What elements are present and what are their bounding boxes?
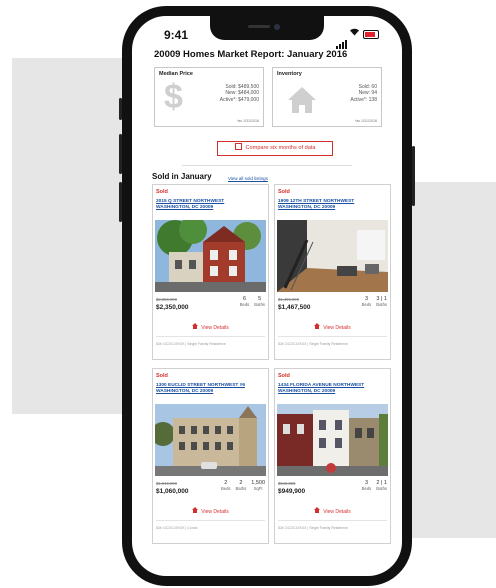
baths-label: Baths bbox=[254, 302, 265, 307]
home-icon bbox=[192, 507, 199, 515]
listing-card: Sold 2015 Q STREET NORTHWEST WASHINGTON,… bbox=[152, 184, 269, 360]
median-price-box: Median Price $ Sold: $489,500 New: $484,… bbox=[154, 67, 264, 127]
listing-address-link[interactable]: 1909 12TH STREET NORTHWEST WASHINGTON, D… bbox=[278, 199, 388, 212]
baths-label: Baths bbox=[376, 486, 387, 491]
listing-photo[interactable] bbox=[277, 220, 388, 292]
listing-features: 3 Beds 2 | 1 Baths bbox=[357, 480, 387, 491]
listing-footer: ID#: DCDC19XXX | Condo bbox=[156, 526, 198, 530]
listing-card: Sold 1300 EUCLID STREET NORTHWEST #6 WAS… bbox=[152, 368, 269, 544]
phone-screen: 9:41 20009 Homes Market Report: January … bbox=[132, 16, 402, 576]
card-divider bbox=[278, 336, 387, 337]
dollar-icon: $ bbox=[164, 78, 183, 116]
beds-label: Beds bbox=[361, 302, 372, 307]
listing-features: 3 Beds 3 | 1 Baths bbox=[357, 296, 387, 307]
listing-status: Sold bbox=[156, 189, 168, 195]
listing-price: $1,060,000 bbox=[156, 488, 189, 495]
battery-icon bbox=[363, 30, 379, 39]
phone-side-button bbox=[119, 98, 122, 120]
listing-features: 6 Beds 5 Baths bbox=[235, 296, 265, 307]
listing-photo[interactable] bbox=[155, 220, 266, 292]
home-icon bbox=[192, 323, 199, 331]
house-icon bbox=[287, 86, 317, 119]
status-bar: 9:41 bbox=[132, 16, 402, 50]
inventory-active: Active*: 138 bbox=[350, 96, 377, 103]
view-details-label: View Details bbox=[201, 325, 229, 331]
wifi-icon bbox=[349, 27, 360, 39]
median-price-footnote: *as 1/31/2016 bbox=[236, 119, 259, 123]
listing-original-price: $1,495,000 bbox=[278, 297, 299, 302]
sold-section-title: Sold in January bbox=[152, 172, 212, 181]
listing-card: Sold 1909 12TH STREET NORTHWEST WASHINGT… bbox=[274, 184, 391, 360]
view-details-button[interactable]: View Details bbox=[153, 507, 268, 515]
card-divider bbox=[156, 336, 265, 337]
beds-label: Beds bbox=[361, 486, 372, 491]
listing-features: 2 Beds 2 Baths 1,500 SqFt bbox=[216, 480, 265, 491]
listing-status: Sold bbox=[156, 373, 168, 379]
listing-photo[interactable] bbox=[277, 404, 388, 476]
listing-address-link[interactable]: 1300 EUCLID STREET NORTHWEST #6 WASHINGT… bbox=[156, 383, 266, 396]
view-all-link[interactable]: View all sold listings bbox=[228, 176, 268, 181]
phone-power-button bbox=[412, 146, 415, 206]
beds-label: Beds bbox=[239, 302, 250, 307]
phone-frame: 9:41 20009 Homes Market Report: January … bbox=[119, 6, 415, 586]
address-line-2: WASHINGTON, DC 20009 bbox=[156, 389, 214, 395]
median-price-label: Median Price bbox=[159, 71, 193, 77]
listing-card: Sold 1434 FLORIDA AVENUE NORTHWEST WASHI… bbox=[274, 368, 391, 544]
listing-original-price: $949,000 bbox=[278, 481, 296, 486]
view-details-label: View Details bbox=[323, 325, 351, 331]
listing-footer: ID#: DCDC19XXX | Single Family Residence bbox=[278, 342, 348, 346]
section-divider bbox=[182, 165, 352, 166]
card-divider bbox=[156, 520, 265, 521]
view-details-button[interactable]: View Details bbox=[153, 323, 268, 331]
page-title: 20009 Homes Market Report: January 2016 bbox=[154, 49, 348, 60]
median-price-values: Sold: $489,500 New: $484,000 Active*: $4… bbox=[220, 84, 259, 103]
inventory-footnote: *as 1/31/2016 bbox=[354, 119, 377, 123]
sqft-label: SqFt bbox=[253, 486, 263, 491]
inventory-values: Sold: 60 New: 94 Active*: 138 bbox=[350, 84, 377, 103]
view-details-button[interactable]: View Details bbox=[275, 323, 390, 331]
phone-volume-down bbox=[119, 182, 122, 222]
home-icon bbox=[314, 507, 321, 515]
median-new: New: $484,000 bbox=[225, 90, 259, 97]
view-details-label: View Details bbox=[323, 509, 351, 515]
compare-button-label: Compare six months of data bbox=[245, 145, 316, 151]
card-divider bbox=[278, 520, 387, 521]
view-details-button[interactable]: View Details bbox=[275, 507, 390, 515]
signal-icon bbox=[336, 31, 348, 49]
status-time: 9:41 bbox=[164, 28, 189, 42]
listing-price: $1,467,500 bbox=[278, 304, 311, 311]
inventory-label: Inventory bbox=[277, 71, 302, 77]
listing-original-price: $1,049,000 bbox=[156, 481, 177, 486]
compare-button[interactable]: Compare six months of data bbox=[217, 141, 333, 156]
address-line-2: WASHINGTON, DC 20009 bbox=[278, 205, 336, 211]
home-icon bbox=[314, 323, 321, 331]
calendar-icon bbox=[234, 143, 242, 150]
median-active: Active*: $479,000 bbox=[219, 96, 259, 103]
address-line-2: WASHINGTON, DC 20009 bbox=[278, 389, 336, 395]
listing-price: $2,350,000 bbox=[156, 304, 189, 311]
listing-status: Sold bbox=[278, 189, 290, 195]
listing-status: Sold bbox=[278, 373, 290, 379]
listing-footer: ID#: DCDC19XXX | Single Family Residence bbox=[156, 342, 226, 346]
listing-address-link[interactable]: 1434 FLORIDA AVENUE NORTHWEST WASHINGTON… bbox=[278, 383, 388, 396]
address-line-2: WASHINGTON, DC 20009 bbox=[156, 205, 214, 211]
inventory-box: Inventory Sold: 60 New: 94 Active*: 138 … bbox=[272, 67, 382, 127]
baths-label: Baths bbox=[376, 302, 387, 307]
listing-photo[interactable] bbox=[155, 404, 266, 476]
listing-address-link[interactable]: 2015 Q STREET NORTHWEST WASHINGTON, DC 2… bbox=[156, 199, 266, 212]
beds-label: Beds bbox=[220, 486, 231, 491]
baths-label: Baths bbox=[235, 486, 247, 491]
listing-original-price: $2,350,000 bbox=[156, 297, 177, 302]
listing-footer: ID#: DCDC19XXX | Single Family Residence bbox=[278, 526, 348, 530]
listing-price: $949,900 bbox=[278, 488, 306, 495]
view-details-label: View Details bbox=[201, 509, 229, 515]
phone-volume-up bbox=[119, 134, 122, 174]
